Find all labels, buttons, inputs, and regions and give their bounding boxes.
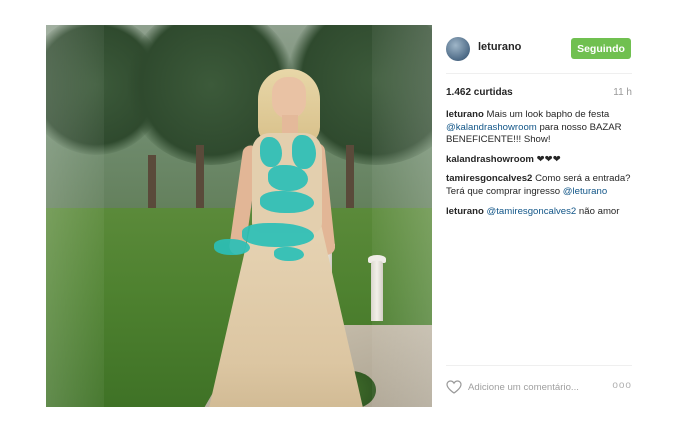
comment-list: leturano Mais um look bapho de festa @ka… [446, 109, 632, 225]
comment-text: não amor [576, 205, 620, 217]
comment-mention[interactable]: @kalandrashowroom [446, 122, 537, 133]
dress-lace-detail [292, 135, 316, 169]
photo-edge-overlay [372, 25, 432, 407]
post-side-panel: leturano Seguindo 1.462 curtidas 11 h le… [432, 25, 646, 407]
comment-mention[interactable]: @leturano [563, 186, 607, 197]
comment-username[interactable]: kalandrashowroom [446, 154, 534, 165]
photo-edge-overlay [46, 25, 104, 407]
comment-item: kalandrashowroom ❤❤❤ [446, 154, 632, 167]
comment-username[interactable]: leturano [446, 206, 484, 217]
dress-lace-detail [214, 239, 250, 255]
post-photo [46, 25, 432, 407]
post-timestamp[interactable]: 11 h [613, 87, 632, 98]
likes-count[interactable]: 1.462 curtidas [446, 87, 513, 98]
comment-text: ❤❤❤ [536, 153, 561, 165]
dress-lace-detail [242, 223, 314, 247]
post-footer: ooo [432, 365, 646, 407]
following-button[interactable]: Seguindo [571, 38, 631, 59]
dress-lace-detail [268, 165, 308, 191]
comment-text: Mais um look bapho de festa [486, 109, 610, 120]
more-options-button[interactable]: ooo [612, 380, 632, 391]
comment-item: leturano Mais um look bapho de festa @ka… [446, 109, 632, 147]
add-comment-input[interactable] [468, 379, 608, 395]
dress-lace-detail [274, 247, 304, 261]
heart-icon[interactable] [446, 380, 462, 394]
username-link[interactable]: leturano [478, 41, 521, 53]
comment-username[interactable]: tamiresgoncalves2 [446, 173, 532, 184]
dress-lace-detail [260, 137, 282, 167]
comment-username[interactable]: leturano [446, 109, 484, 120]
comment-item: leturano @tamiresgoncalves2 não amor [446, 206, 632, 219]
comment-mention[interactable]: @tamiresgoncalves2 [487, 206, 577, 217]
post-header: leturano Seguindo [432, 25, 646, 73]
dress-lace-detail [260, 191, 314, 213]
avatar[interactable] [446, 37, 470, 61]
header-divider [446, 73, 632, 74]
model-face [272, 77, 306, 119]
comment-item: tamiresgoncalves2 Como será a entrada? T… [446, 173, 632, 198]
